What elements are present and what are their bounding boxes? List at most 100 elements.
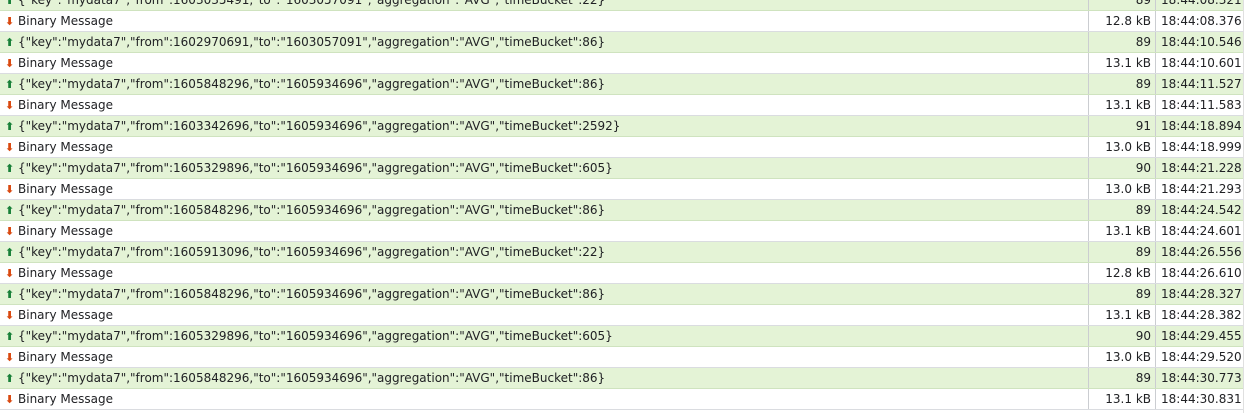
frame-data-cell: ⬇ Binary Message [0,389,1089,409]
arrow-down-icon: ⬇ [5,98,15,112]
frame-data-cell: ⬆ {"key":"mydata7","from":1603342696,"to"… [0,116,1089,136]
frame-data-text: {"key":"mydata7","from":1605848296,"to":… [18,287,606,301]
frame-time-cell: 18:44:24.601 [1161,224,1242,238]
frame-data-cell: ⬆ {"key":"mydata7","from":1605848296,"to"… [0,284,1089,304]
arrow-up-icon: ⬆ [5,203,15,217]
frame-data-cell: ⬆ {"key":"mydata7","from":1605848296,"to"… [0,74,1089,94]
frame-time-cell: 18:44:10.546 [1161,35,1242,49]
frame-data-text: Binary Message [18,140,113,154]
arrow-up-icon: ⬆ [5,119,15,133]
frame-time-cell: 18:44:21.228 [1161,161,1242,175]
frame-data-cell: ⬇ Binary Message [0,305,1089,325]
frame-time-cell: 18:44:10.601 [1161,56,1242,70]
frame-length-cell: 90 [1089,158,1156,178]
frame-data-text: Binary Message [18,266,113,280]
frame-length-cell: 12.8 kB [1089,11,1156,31]
sent-frame-row[interactable]: ⬆ {"key":"mydata7","from":1605329896,"to"… [0,326,1244,347]
frame-length-cell: 13.0 kB [1089,179,1156,199]
received-frame-row[interactable]: ⬇ Binary Message 13.0 kB 18:44:18.999 [0,137,1244,158]
arrow-down-icon: ⬇ [5,350,15,364]
frame-data-cell: ⬆ {"key":"mydata7","from":1605913096,"to"… [0,242,1089,262]
frame-data-text: Binary Message [18,308,113,322]
frame-length-cell: 89 [1089,200,1156,220]
frame-data-text: Binary Message [18,14,113,28]
received-frame-row[interactable]: ⬇ Binary Message 13.0 kB 18:44:21.293 [0,179,1244,200]
sent-frame-row[interactable]: ⬆ {"key":"mydata7","from":1605848296,"to"… [0,74,1244,95]
frame-length-cell: 13.1 kB [1089,95,1156,115]
frame-data-text: {"key":"mydata7","from":1605913096,"to":… [18,245,606,259]
frame-length-cell: 89 [1089,368,1156,388]
arrow-up-icon: ⬆ [5,287,15,301]
arrow-down-icon: ⬇ [5,14,15,28]
frame-length-cell: 13.0 kB [1089,137,1156,157]
sent-frame-row[interactable]: ⬆ {"key":"mydata7","from":1603035491,"to"… [0,0,1244,11]
received-frame-row[interactable]: ⬇ Binary Message 13.0 kB 18:44:29.520 [0,347,1244,368]
frame-data-cell: ⬇ Binary Message [0,179,1089,199]
frame-length-cell: 89 [1089,74,1156,94]
frame-time-cell: 18:44:28.382 [1161,308,1242,322]
frame-length-cell: 12.8 kB [1089,263,1156,283]
frame-data-text: {"key":"mydata7","from":1605848296,"to":… [18,77,606,91]
frame-data-text: Binary Message [18,56,113,70]
arrow-up-icon: ⬆ [5,77,15,91]
frame-time-cell: 18:44:11.583 [1161,98,1242,112]
frame-data-text: {"key":"mydata7","from":1602970691,"to":… [18,35,606,49]
frame-data-text: Binary Message [18,350,113,364]
frame-length-cell: 89 [1089,0,1156,10]
received-frame-row[interactable]: ⬇ Binary Message 13.1 kB 18:44:11.583 [0,95,1244,116]
frame-length-cell: 90 [1089,326,1156,346]
frame-time-cell: 18:44:08.321 [1161,0,1242,7]
received-frame-row[interactable]: ⬇ Binary Message 12.8 kB 18:44:08.376 [0,11,1244,32]
frame-data-cell: ⬇ Binary Message [0,95,1089,115]
frame-data-cell: ⬇ Binary Message [0,11,1089,31]
frame-data-text: Binary Message [18,182,113,196]
frame-length-cell: 89 [1089,242,1156,262]
frame-length-cell: 13.1 kB [1089,53,1156,73]
received-frame-row[interactable]: ⬇ Binary Message 13.1 kB 18:44:30.831 [0,389,1244,410]
arrow-up-icon: ⬆ [5,329,15,343]
frame-time-cell: 18:44:26.556 [1161,245,1242,259]
frame-data-cell: ⬇ Binary Message [0,221,1089,241]
frame-time-cell: 18:44:18.999 [1161,140,1242,154]
received-frame-row[interactable]: ⬇ Binary Message 13.1 kB 18:44:24.601 [0,221,1244,242]
sent-frame-row[interactable]: ⬆ {"key":"mydata7","from":1605329896,"to"… [0,158,1244,179]
sent-frame-row[interactable]: ⬆ {"key":"mydata7","from":1605848296,"to"… [0,284,1244,305]
frame-data-cell: ⬆ {"key":"mydata7","from":1605329896,"to"… [0,326,1089,346]
frame-data-cell: ⬆ {"key":"mydata7","from":1605848296,"to"… [0,200,1089,220]
frame-data-cell: ⬇ Binary Message [0,347,1089,367]
frame-data-text: {"key":"mydata7","from":1603342696,"to":… [18,119,621,133]
frame-data-text: Binary Message [18,224,113,238]
sent-frame-row[interactable]: ⬆ {"key":"mydata7","from":1605848296,"to"… [0,368,1244,389]
frame-length-cell: 13.0 kB [1089,347,1156,367]
arrow-down-icon: ⬇ [5,392,15,406]
frame-data-text: {"key":"mydata7","from":1605329896,"to":… [18,161,613,175]
frame-length-cell: 13.1 kB [1089,389,1156,409]
sent-frame-row[interactable]: ⬆ {"key":"mydata7","from":1605913096,"to"… [0,242,1244,263]
frame-data-cell: ⬇ Binary Message [0,263,1089,283]
arrow-down-icon: ⬇ [5,266,15,280]
frame-time-cell: 18:44:21.293 [1161,182,1242,196]
frame-data-cell: ⬆ {"key":"mydata7","from":1602970691,"to"… [0,32,1089,52]
frame-data-text: Binary Message [18,98,113,112]
received-frame-row[interactable]: ⬇ Binary Message 13.1 kB 18:44:10.601 [0,53,1244,74]
frame-data-cell: ⬇ Binary Message [0,137,1089,157]
received-frame-row[interactable]: ⬇ Binary Message 13.1 kB 18:44:28.382 [0,305,1244,326]
websocket-frames-table: ⬆ {"key":"mydata7","from":1603035491,"to"… [0,0,1244,410]
frame-data-text: {"key":"mydata7","from":1605848296,"to":… [18,203,606,217]
frame-data-text: {"key":"mydata7","from":1605848296,"to":… [18,371,606,385]
sent-frame-row[interactable]: ⬆ {"key":"mydata7","from":1605848296,"to"… [0,200,1244,221]
arrow-down-icon: ⬇ [5,182,15,196]
frame-data-text: Binary Message [18,392,113,406]
arrow-up-icon: ⬆ [5,245,15,259]
received-frame-row[interactable]: ⬇ Binary Message 12.8 kB 18:44:26.610 [0,263,1244,284]
sent-frame-row[interactable]: ⬆ {"key":"mydata7","from":1603342696,"to"… [0,116,1244,137]
sent-frame-row[interactable]: ⬆ {"key":"mydata7","from":1602970691,"to"… [0,32,1244,53]
frame-data-cell: ⬇ Binary Message [0,53,1089,73]
arrow-down-icon: ⬇ [5,224,15,238]
arrow-down-icon: ⬇ [5,308,15,322]
frame-time-cell: 18:44:08.376 [1161,14,1242,28]
arrow-down-icon: ⬇ [5,56,15,70]
arrow-up-icon: ⬆ [5,161,15,175]
frame-length-cell: 91 [1089,116,1156,136]
frame-length-cell: 89 [1089,32,1156,52]
